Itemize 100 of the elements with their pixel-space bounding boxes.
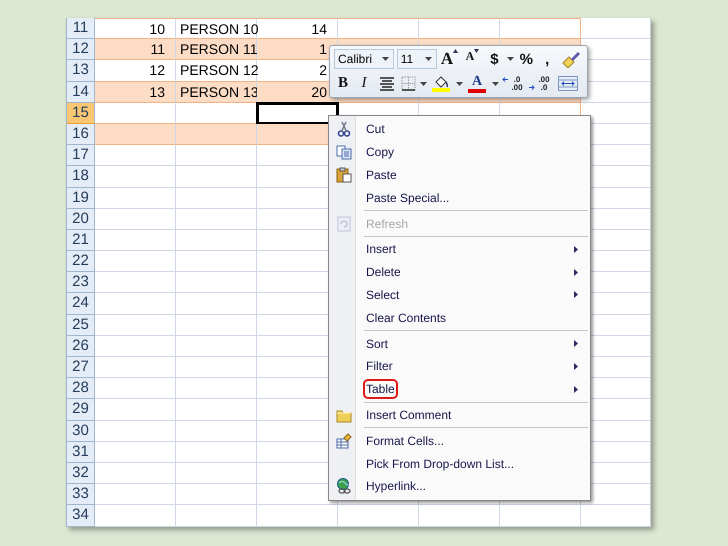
- font-name-dropdown[interactable]: Calibri: [334, 49, 394, 70]
- table-cell[interactable]: [176, 272, 257, 294]
- row-header[interactable]: 30: [67, 420, 95, 442]
- row-header[interactable]: 28: [67, 378, 95, 400]
- row-header[interactable]: 11: [67, 18, 95, 40]
- table-cell[interactable]: [95, 166, 176, 188]
- table-cell[interactable]: [176, 420, 257, 442]
- row-header[interactable]: 29: [67, 399, 95, 421]
- table-cell[interactable]: [95, 462, 176, 484]
- menu-item[interactable]: Pick From Drop-down List...: [331, 452, 588, 475]
- row-header[interactable]: 17: [67, 145, 95, 166]
- table-cell[interactable]: [95, 188, 176, 209]
- table-cell[interactable]: [257, 505, 338, 526]
- table-cell[interactable]: [581, 18, 651, 40]
- menu-item[interactable]: Format Cells...: [331, 429, 588, 452]
- table-cell[interactable]: [176, 399, 257, 421]
- menu-item[interactable]: Table: [331, 378, 588, 401]
- menu-item[interactable]: Clear Contents: [331, 306, 588, 330]
- menu-item[interactable]: Sort: [331, 332, 588, 355]
- menu-item[interactable]: Select: [331, 284, 588, 306]
- table-cell[interactable]: [176, 166, 257, 188]
- table-cell[interactable]: [95, 357, 176, 378]
- table-cell[interactable]: [95, 314, 176, 336]
- table-cell[interactable]: [95, 272, 176, 294]
- menu-item[interactable]: Hyperlink...: [331, 474, 588, 498]
- table-cell[interactable]: [176, 462, 257, 484]
- table-cell[interactable]: [95, 399, 176, 421]
- table-cell[interactable]: [176, 442, 257, 463]
- table-cell[interactable]: 1: [257, 39, 338, 60]
- table-cell[interactable]: [176, 188, 257, 209]
- table-cell[interactable]: [95, 251, 176, 272]
- table-cell[interactable]: [176, 208, 257, 230]
- merge-center-button[interactable]: [556, 74, 580, 94]
- table-cell[interactable]: [95, 230, 176, 252]
- table-cell[interactable]: [95, 442, 176, 463]
- table-cell[interactable]: [581, 505, 651, 526]
- table-cell[interactable]: [176, 293, 257, 315]
- table-cell[interactable]: [176, 357, 257, 378]
- menu-item[interactable]: Paste: [331, 164, 588, 186]
- row-header[interactable]: 33: [67, 484, 95, 506]
- table-cell[interactable]: [95, 208, 176, 230]
- menu-item[interactable]: Filter: [331, 354, 588, 378]
- menu-item[interactable]: Delete: [331, 260, 588, 284]
- table-cell[interactable]: [419, 505, 500, 526]
- font-color-button[interactable]: A: [466, 74, 488, 94]
- table-cell[interactable]: [176, 251, 257, 272]
- row-header[interactable]: 12: [67, 39, 95, 60]
- row-header[interactable]: 24: [67, 293, 95, 315]
- font-size-dropdown[interactable]: 11: [396, 49, 437, 70]
- table-cell[interactable]: [176, 230, 257, 252]
- table-cell[interactable]: [176, 124, 257, 146]
- table-cell[interactable]: [95, 124, 176, 146]
- row-header[interactable]: 32: [67, 462, 95, 484]
- row-header[interactable]: 23: [67, 272, 95, 294]
- row-header[interactable]: 14: [67, 82, 95, 103]
- row-header[interactable]: 13: [67, 60, 95, 82]
- row-header[interactable]: 27: [67, 357, 95, 378]
- borders-button[interactable]: [401, 74, 416, 94]
- table-cell[interactable]: [176, 314, 257, 336]
- row-header[interactable]: 19: [67, 188, 95, 209]
- format-button[interactable]: %: [517, 49, 536, 70]
- menu-item[interactable]: Cut: [331, 118, 588, 141]
- table-cell[interactable]: [176, 336, 257, 357]
- table-cell[interactable]: [338, 505, 419, 526]
- row-header[interactable]: 25: [67, 314, 95, 336]
- row-header[interactable]: 26: [67, 336, 95, 357]
- table-cell[interactable]: [95, 336, 176, 357]
- table-cell[interactable]: [95, 484, 176, 506]
- row-header[interactable]: 31: [67, 442, 95, 463]
- shrink-font-button[interactable]: A: [462, 49, 482, 70]
- table-cell[interactable]: [176, 145, 257, 166]
- menu-item[interactable]: Insert: [331, 238, 588, 261]
- grow-font-button[interactable]: A: [440, 49, 460, 70]
- menu-item[interactable]: Insert Comment: [331, 404, 588, 426]
- table-cell[interactable]: PERSON 11: [176, 39, 257, 60]
- row-header[interactable]: 18: [67, 166, 95, 188]
- row-header[interactable]: 15: [67, 102, 95, 124]
- fill-color-button[interactable]: [430, 74, 452, 94]
- menu-item[interactable]: Paste Special...: [331, 186, 588, 210]
- table-cell[interactable]: [95, 145, 176, 166]
- table-cell[interactable]: [176, 378, 257, 400]
- italic-button[interactable]: I: [355, 74, 373, 94]
- increase-decimal-button[interactable]: .0 .00: [502, 74, 526, 94]
- table-cell[interactable]: 11: [95, 39, 176, 60]
- row-header[interactable]: 21: [67, 230, 95, 252]
- format-button[interactable]: ,: [538, 49, 556, 70]
- format-button[interactable]: $: [485, 49, 504, 70]
- row-header[interactable]: 20: [67, 208, 95, 230]
- table-cell[interactable]: [500, 505, 581, 526]
- table-cell[interactable]: 13: [95, 82, 176, 103]
- table-cell[interactable]: [176, 484, 257, 506]
- table-cell[interactable]: [95, 505, 176, 526]
- table-cell[interactable]: [95, 293, 176, 315]
- selected-cell[interactable]: [257, 102, 338, 124]
- row-header[interactable]: 16: [67, 124, 95, 146]
- table-cell[interactable]: [95, 420, 176, 442]
- table-cell[interactable]: [95, 378, 176, 400]
- row-header[interactable]: 34: [67, 505, 95, 526]
- menu-item[interactable]: Copy: [331, 140, 588, 164]
- decrease-decimal-button[interactable]: .00 .0: [529, 74, 553, 94]
